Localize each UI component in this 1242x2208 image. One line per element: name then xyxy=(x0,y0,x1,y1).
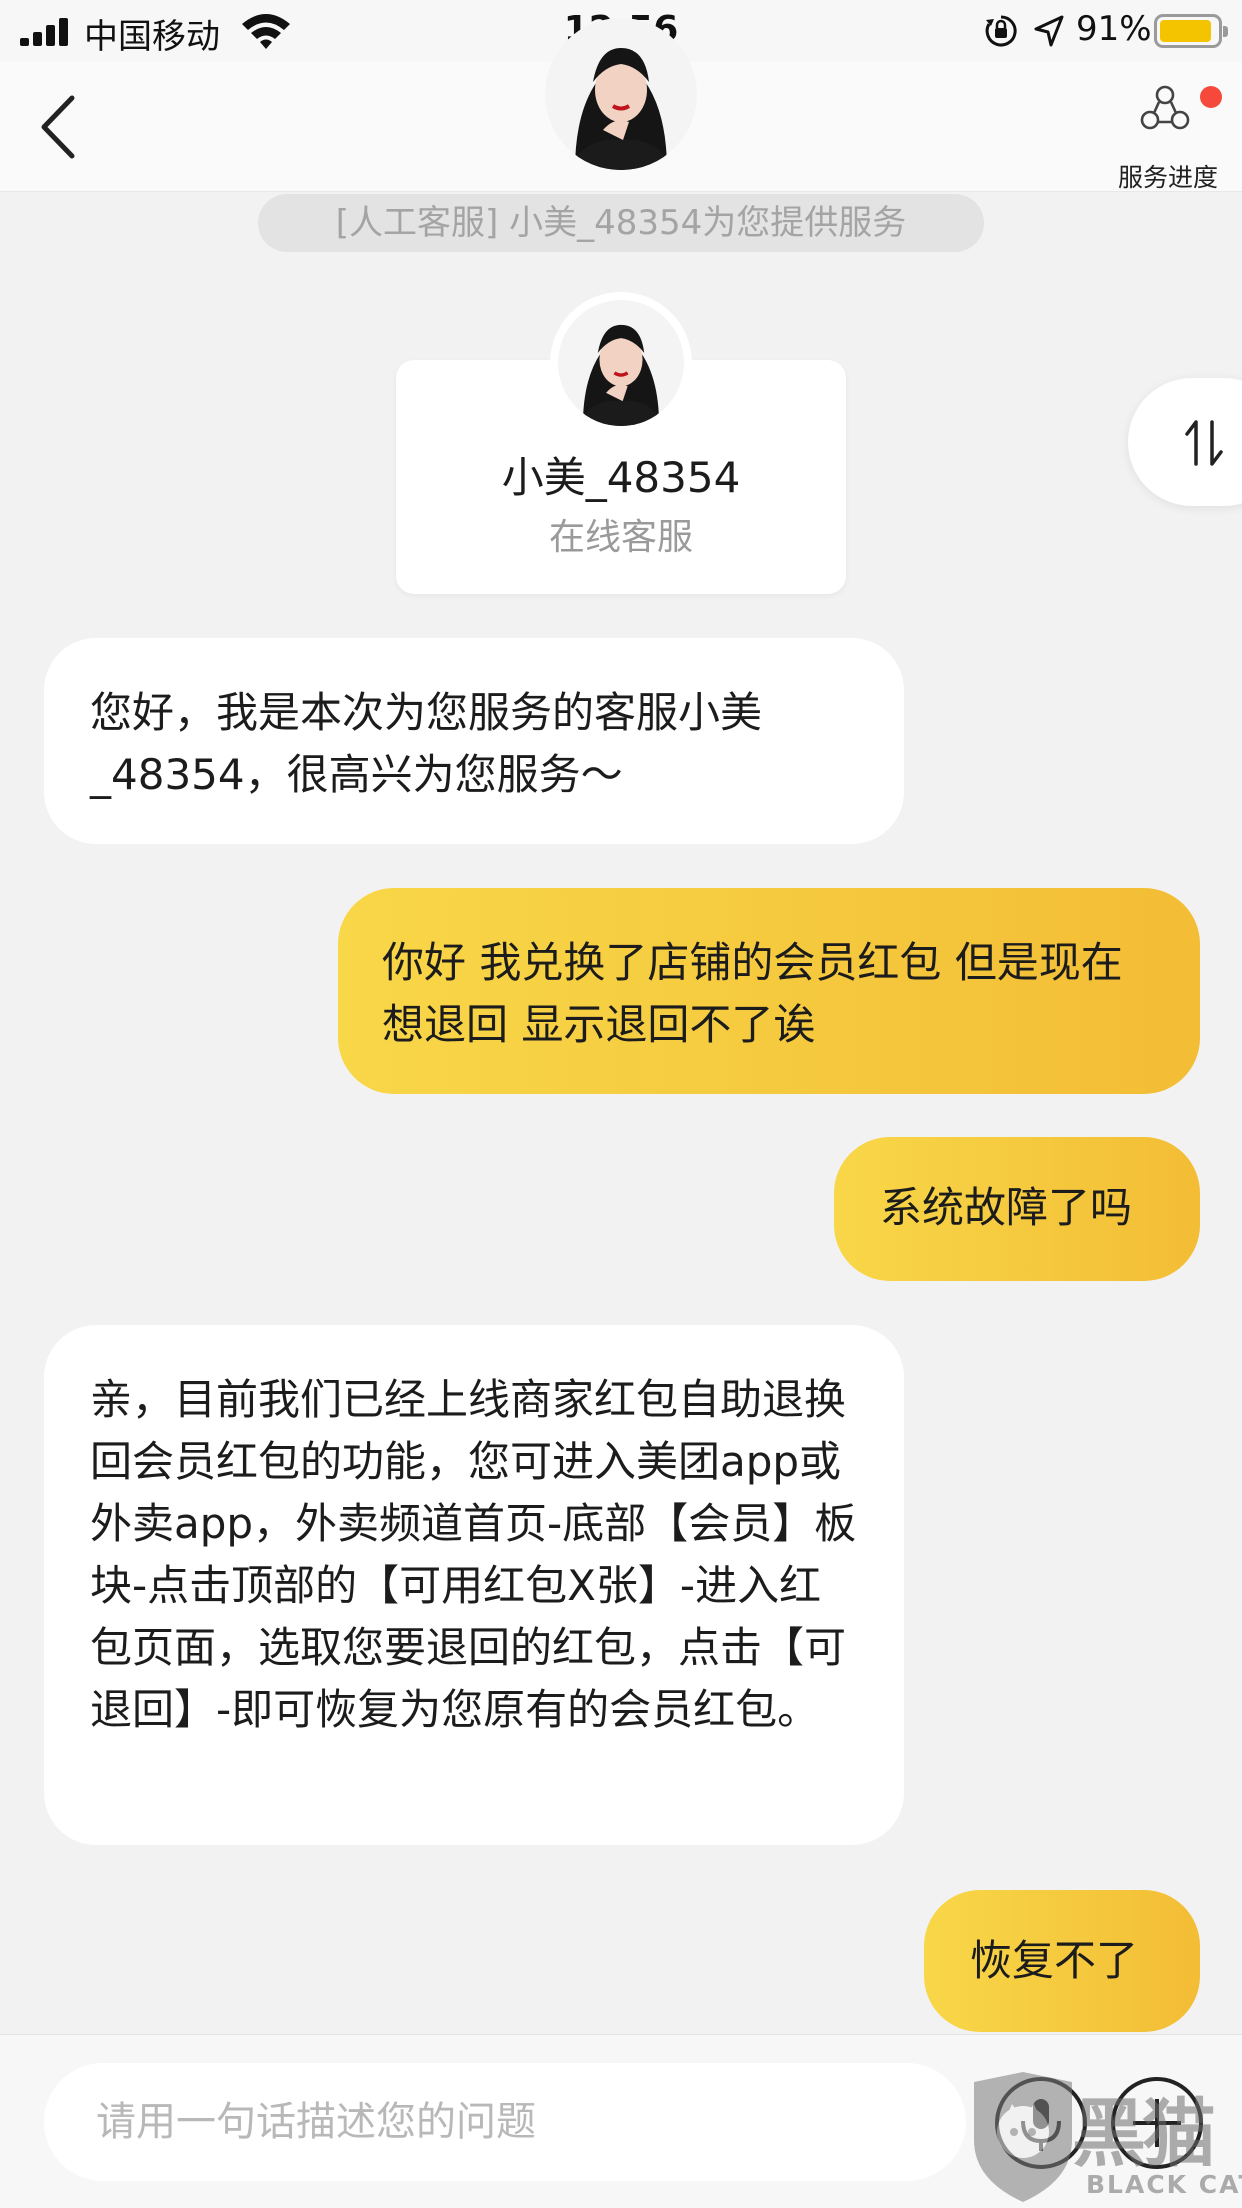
agent-role: 在线客服 xyxy=(548,517,693,558)
back-button[interactable] xyxy=(30,92,90,162)
service-progress-button[interactable]: 服务进度 xyxy=(1100,76,1240,192)
agent-message: 亲，目前我们已经上线商家红包自助退换回会员红包的功能，您可进入美团app或外卖a… xyxy=(44,1325,904,1845)
agent-avatar xyxy=(550,292,692,434)
chat-screen: 中国移动 12:56 91% xyxy=(0,0,1242,2208)
user-message: 你好 我兑换了店铺的会员红包 但是现在想退回 显示退回不了诶 xyxy=(338,888,1200,1094)
agent-message: 您好，我是本次为您服务的客服小美_48354，很高兴为您服务～ xyxy=(44,638,904,844)
notification-dot xyxy=(1200,86,1222,108)
back-chevron-icon xyxy=(41,95,75,159)
agent-avatar-header xyxy=(545,18,697,170)
message-input[interactable] xyxy=(44,2063,966,2181)
voice-button[interactable] xyxy=(995,2077,1087,2169)
orientation-lock-icon xyxy=(985,15,1017,47)
service-progress-label: 服务进度 xyxy=(1117,163,1218,192)
user-message: 恢复不了 xyxy=(924,1890,1200,2032)
agent-name: 小美_48354 xyxy=(501,453,741,502)
sort-arrows-icon xyxy=(1185,420,1223,466)
sort-toggle-button[interactable] xyxy=(1128,378,1242,506)
input-bar xyxy=(0,2034,1242,2208)
battery-fill xyxy=(1160,20,1211,42)
service-notice-pill: [人工客服] 小美_48354为您提供服务 xyxy=(258,194,984,252)
agent-photo xyxy=(558,300,684,426)
battery-percent: 91% xyxy=(1076,9,1152,49)
microphone-icon xyxy=(1021,2099,1061,2151)
battery-icon xyxy=(1154,14,1228,48)
user-message: 系统故障了吗 xyxy=(834,1137,1200,1281)
network-nodes-icon xyxy=(1140,85,1190,130)
location-arrow-icon xyxy=(1034,15,1064,47)
add-attachment-button[interactable] xyxy=(1111,2077,1203,2169)
agent-photo xyxy=(545,18,697,170)
